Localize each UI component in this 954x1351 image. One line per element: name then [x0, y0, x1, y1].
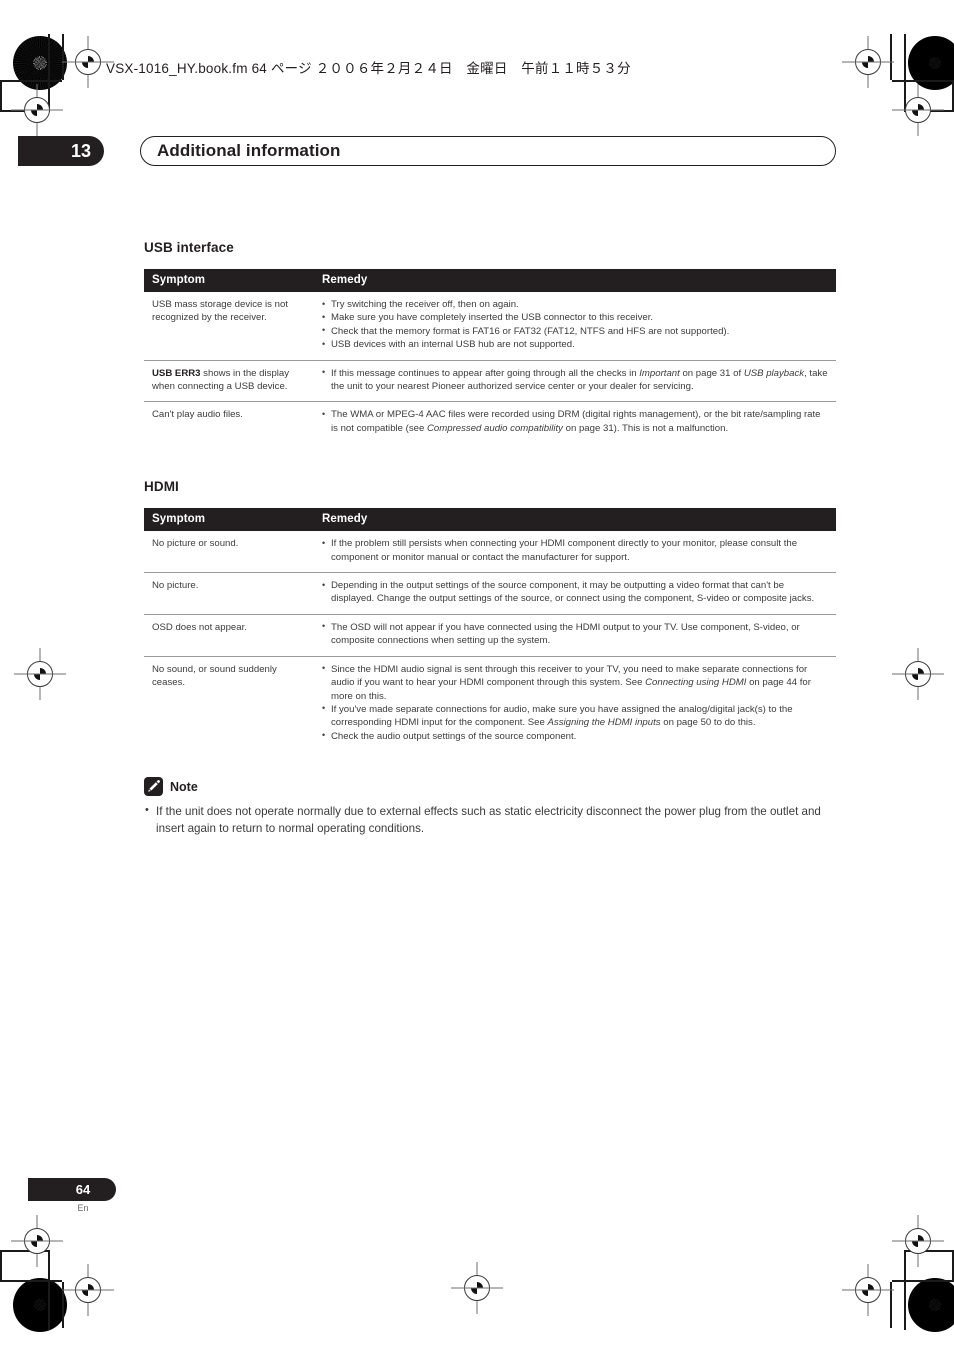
- rosette-mark-bottom-right: [908, 1278, 954, 1332]
- note-item: If the unit does not operate normally du…: [144, 802, 836, 837]
- crop-mark-line: [904, 1252, 906, 1330]
- table-row: No sound, or sound suddenly ceases. Sinc…: [144, 655, 836, 752]
- registration-target: [905, 1228, 931, 1254]
- note-header: Note: [144, 777, 836, 797]
- remedy-list: The OSD will not appear if you have conn…: [322, 620, 828, 648]
- crop-mark-line: [904, 110, 954, 112]
- table-row: OSD does not appear. The OSD will not ap…: [144, 613, 836, 657]
- remedy-item: Check that the memory format is FAT16 or…: [322, 324, 828, 338]
- page-language-code: En: [77, 1203, 89, 1213]
- table-row: No picture or sound. If the problem stil…: [144, 531, 836, 572]
- remedy-item: Since the HDMI audio signal is sent thro…: [322, 662, 828, 703]
- crop-mark-line: [0, 80, 62, 82]
- crop-mark-line: [0, 110, 50, 112]
- remedy-list: Since the HDMI audio signal is sent thro…: [322, 662, 828, 743]
- registration-target: [24, 97, 50, 123]
- remedy-cell: If this message continues to appear afte…: [314, 359, 836, 402]
- symptom-code: USB ERR3: [152, 367, 201, 379]
- registration-target: [27, 661, 53, 687]
- note-label: Note: [170, 779, 198, 794]
- crop-mark-line: [48, 34, 50, 112]
- registration-target: [855, 49, 881, 75]
- crop-mark-line: [890, 34, 892, 80]
- column-header-remedy: Remedy: [314, 508, 836, 532]
- column-header-symptom: Symptom: [144, 508, 314, 532]
- note-block: Note If the unit does not operate normal…: [144, 777, 836, 837]
- remedy-list: The WMA or MPEG-4 AAC files were recorde…: [322, 408, 828, 435]
- column-header-remedy: Remedy: [314, 269, 836, 292]
- registration-target: [75, 49, 101, 75]
- remedy-cell: Try switching the receiver off, then on …: [314, 292, 836, 360]
- remedy-cell: The OSD will not appear if you have conn…: [314, 613, 836, 657]
- remedy-item: If you've made separate connections for …: [322, 702, 828, 730]
- chapter-title-pill: Additional information: [140, 136, 836, 166]
- registration-target: [855, 1277, 881, 1303]
- crop-mark-line: [0, 1250, 2, 1280]
- remedy-cell: Depending in the output settings of the …: [314, 572, 836, 615]
- table-header-row: Symptom Remedy: [144, 508, 836, 532]
- remedy-item: Check the audio output settings of the s…: [322, 729, 828, 743]
- registration-target: [464, 1275, 490, 1301]
- rosette-mark-top-left: [13, 36, 67, 90]
- troubleshooting-table-hdmi: Symptom Remedy No picture or sound. If t…: [144, 508, 836, 752]
- crop-mark-line: [892, 80, 954, 82]
- table-row: USB mass storage device is not recognize…: [144, 292, 836, 360]
- remedy-cell: If the problem still persists when conne…: [314, 531, 836, 572]
- remedy-cell: Since the HDMI audio signal is sent thro…: [314, 655, 836, 752]
- troubleshooting-table-usb: Symptom Remedy USB mass storage device i…: [144, 269, 836, 444]
- symptom-cell: Can't play audio files.: [144, 401, 314, 444]
- registration-target: [905, 661, 931, 687]
- table-header-row: Symptom Remedy: [144, 269, 836, 292]
- remedy-item: The OSD will not appear if you have conn…: [322, 620, 828, 648]
- remedy-item: The WMA or MPEG-4 AAC files were recorde…: [322, 408, 828, 435]
- chapter-number-badge: 13: [18, 136, 104, 166]
- symptom-cell: USB ERR3 shows in the display when conne…: [144, 359, 314, 402]
- registration-target: [905, 97, 931, 123]
- section-heading-usb-interface: USB interface: [144, 240, 234, 255]
- remedy-item: Try switching the receiver off, then on …: [322, 297, 828, 311]
- crop-mark-line: [890, 1282, 892, 1328]
- symptom-cell: No sound, or sound suddenly ceases.: [144, 655, 314, 752]
- remedy-cell: The WMA or MPEG-4 AAC files were recorde…: [314, 401, 836, 444]
- remedy-item: If this message continues to appear afte…: [322, 366, 828, 394]
- crop-mark-line: [0, 1250, 50, 1252]
- pencil-icon: [144, 777, 163, 797]
- table-row: No picture. Depending in the output sett…: [144, 572, 836, 615]
- page-number-badge: 64: [28, 1178, 116, 1201]
- remedy-list: Try switching the receiver off, then on …: [322, 297, 828, 352]
- remedy-list: If this message continues to appear afte…: [322, 366, 828, 394]
- crop-mark-line: [62, 1282, 64, 1328]
- running-head-filename: VSX-1016_HY.book.fm 64 ページ ２００６年２月２４日 金曜…: [106, 61, 631, 76]
- crop-mark-line: [62, 34, 64, 80]
- crop-mark-line: [48, 1252, 50, 1330]
- remedy-list: If the problem still persists when conne…: [322, 537, 828, 564]
- remedy-item: Make sure you have completely inserted t…: [322, 311, 828, 325]
- note-list: If the unit does not operate normally du…: [144, 802, 836, 837]
- rosette-mark-top-right: [908, 36, 954, 90]
- symptom-cell: USB mass storage device is not recognize…: [152, 299, 288, 324]
- table-row: USB ERR3 shows in the display when conne…: [144, 359, 836, 402]
- crop-mark-line: [0, 1280, 62, 1282]
- symptom-cell: No picture or sound.: [152, 538, 239, 550]
- symptom-cell: OSD does not appear.: [144, 613, 314, 657]
- remedy-list: Depending in the output settings of the …: [322, 579, 828, 606]
- registration-target: [75, 1277, 101, 1303]
- crop-mark-line: [0, 82, 2, 112]
- symptom-cell: No picture.: [144, 572, 314, 615]
- page-title: Additional information: [157, 141, 341, 160]
- crop-mark-line: [904, 34, 906, 112]
- rosette-mark-bottom-left: [13, 1278, 67, 1332]
- main-content: USB interface Symptom Remedy USB mass st…: [144, 240, 836, 837]
- registration-target: [24, 1228, 50, 1254]
- remedy-item: Depending in the output settings of the …: [322, 579, 828, 606]
- section-heading-hdmi: HDMI: [144, 479, 179, 495]
- remedy-item: If the problem still persists when conne…: [322, 537, 828, 564]
- remedy-item: USB devices with an internal USB hub are…: [322, 338, 828, 352]
- column-header-symptom: Symptom: [144, 269, 314, 292]
- table-row: Can't play audio files. The WMA or MPEG-…: [144, 401, 836, 444]
- crop-mark-line: [904, 1250, 954, 1252]
- crop-mark-line: [892, 1280, 954, 1282]
